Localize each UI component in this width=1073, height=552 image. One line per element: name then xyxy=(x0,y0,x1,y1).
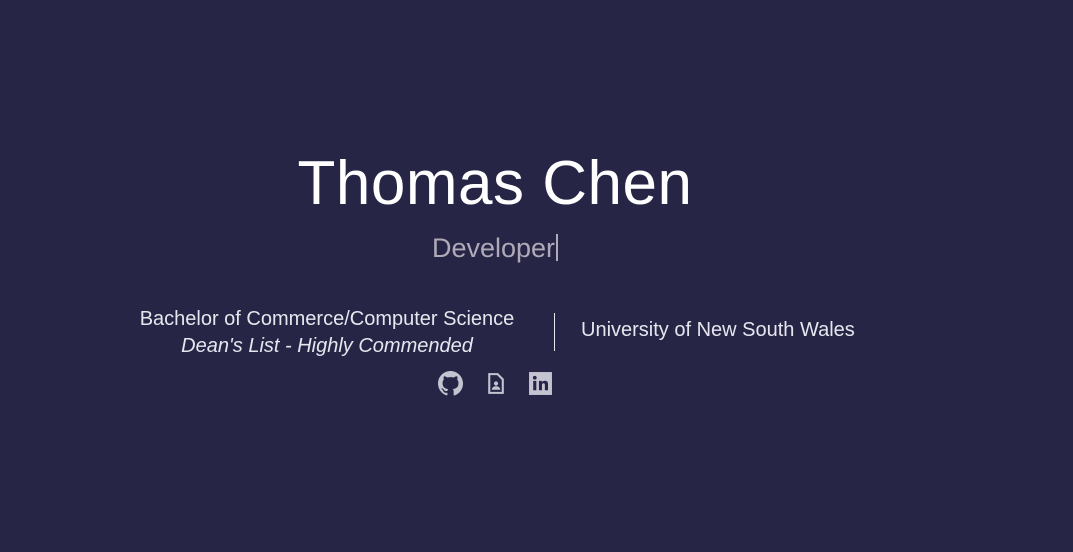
typing-cursor xyxy=(556,234,559,261)
degree-title: Bachelor of Commerce/Computer Science xyxy=(139,308,515,330)
social-links xyxy=(438,371,553,396)
degree-block: Bachelor of Commerce/Computer Science De… xyxy=(100,306,554,360)
linkedin-link[interactable] xyxy=(528,371,553,396)
resume-icon xyxy=(488,373,504,394)
resume-link[interactable] xyxy=(483,371,508,396)
university: University of New South Wales xyxy=(581,319,855,341)
hero-role: Developer xyxy=(0,233,990,264)
linkedin-icon xyxy=(529,372,552,395)
degree-honours: Dean's List - Highly Commended xyxy=(181,335,473,357)
role-text: Developer xyxy=(431,233,556,263)
divider xyxy=(554,313,555,351)
hero-name: Thomas Chen xyxy=(297,149,693,218)
github-link[interactable] xyxy=(438,371,464,396)
github-icon xyxy=(438,371,464,396)
